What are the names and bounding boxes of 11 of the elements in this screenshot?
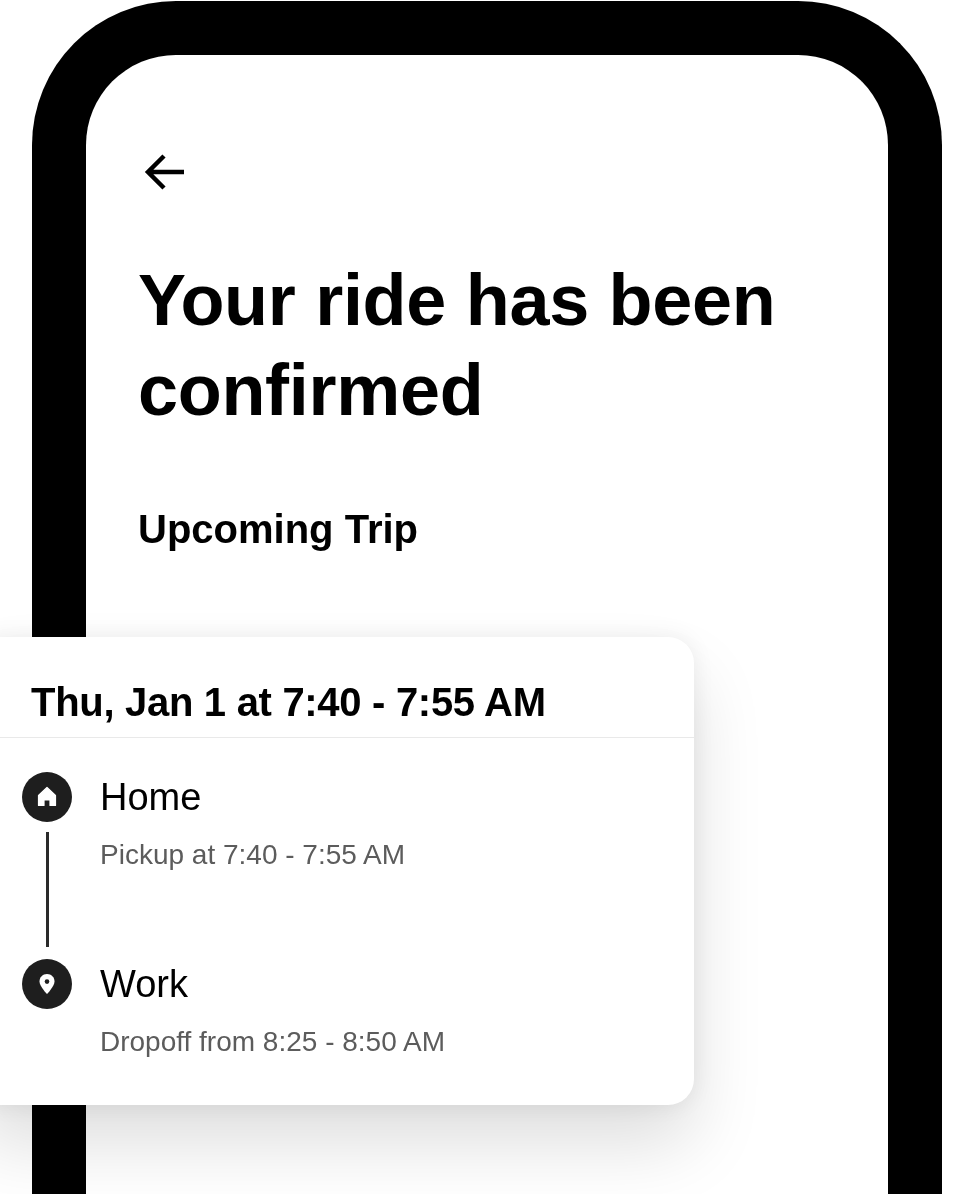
stop-detail: Pickup at 7:40 - 7:55 AM (100, 839, 407, 871)
location-pin-icon (22, 959, 72, 1009)
page-title: Your ride has been confirmed (138, 259, 777, 432)
stop-name: Work (100, 962, 189, 1007)
stop-name: Home (100, 775, 203, 820)
section-heading: Upcoming Trip (138, 506, 419, 553)
trip-time: Thu, Jan 1 at 7:40 - 7:55 AM (31, 679, 547, 726)
back-arrow-icon[interactable] (142, 152, 186, 192)
stop-detail: Dropoff from 8:25 - 8:50 AM (100, 1026, 446, 1058)
trip-card[interactable]: Thu, Jan 1 at 7:40 - 7:55 AM Home Pickup at 7:40 - 7:55 AM Work Dropoff from 8:25 - 8:50 AM (0, 637, 694, 1105)
house-icon (22, 772, 72, 822)
